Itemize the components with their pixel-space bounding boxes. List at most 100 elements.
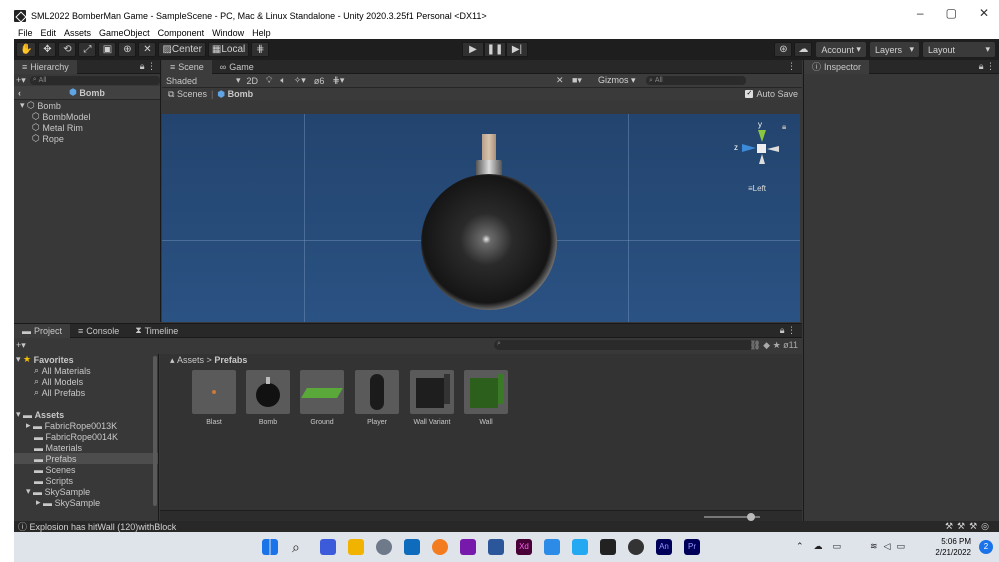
hierarchy-item-bombmodel[interactable]: ⬡ BombModel (14, 111, 160, 122)
back-chevron-icon[interactable]: ‹ (18, 88, 21, 98)
panel-lock-icon[interactable]: 🔒︎ ⋮ (140, 61, 160, 72)
scene-search-input[interactable]: ⌕ All (646, 76, 746, 85)
asset-blast[interactable]: Blast (192, 370, 236, 426)
outlook-icon[interactable] (404, 539, 420, 555)
animate-icon[interactable]: An (656, 539, 672, 555)
asset-wall-variant[interactable]: Wall Variant (410, 370, 454, 426)
tab-hierarchy[interactable]: ≡ Hierarchy (14, 59, 77, 74)
project-filter-icons[interactable]: ⛓ ◆ ★ ø11 (749, 340, 798, 351)
collapse-arrow-icon[interactable]: ▸ (36, 497, 41, 508)
menu-assets[interactable]: Assets (64, 28, 91, 38)
expand-arrow-icon[interactable]: ▾ (16, 354, 21, 365)
asset-wall[interactable]: Wall (464, 370, 508, 426)
breadcrumb-bomb[interactable]: ⬢ Bomb (217, 89, 253, 100)
rotate-tool-icon[interactable]: ⟲ (58, 42, 77, 57)
settings-icon[interactable] (376, 539, 392, 555)
gizmo-y-cone[interactable] (758, 130, 766, 142)
tray-icons[interactable]: ⌃☁▭ (796, 541, 851, 552)
unity-hub-icon[interactable] (600, 539, 616, 555)
asset-bomb[interactable]: Bomb (246, 370, 290, 426)
zoom-slider-thumb[interactable] (747, 513, 755, 521)
folder-skysample[interactable]: ▾ ▬ SkySample (14, 486, 158, 497)
orientation-gizmo[interactable]: y 🔒︎ z ≡Left (724, 120, 794, 200)
unity-icon[interactable] (628, 539, 644, 555)
layers-dropdown[interactable]: Layers ▾ (869, 42, 919, 57)
effects-toggle-icon[interactable]: ✧▾ (294, 75, 306, 86)
expand-arrow-icon[interactable]: ▾ (16, 409, 21, 420)
menu-file[interactable]: File (18, 28, 33, 38)
menu-component[interactable]: Component (158, 28, 205, 38)
menu-help[interactable]: Help (252, 28, 271, 38)
asset-player[interactable]: Player (355, 370, 399, 426)
folder-fabricrope0014k[interactable]: ▬ FabricRope0014K (14, 431, 158, 442)
windows-start-icon[interactable] (262, 539, 278, 555)
close-button[interactable]: ✕ (979, 6, 989, 20)
taskbar-clock[interactable]: 5:06 PM 2/21/2022 (935, 536, 971, 558)
maximize-button[interactable]: ▢ (946, 6, 957, 20)
project-create-plus-icon[interactable]: +▾ (14, 340, 26, 351)
hierarchy-item-rope[interactable]: ⬡ Rope (14, 133, 160, 144)
pivot-local-toggle[interactable]: ▦ Local (207, 42, 250, 57)
pause-button[interactable]: ❚❚ (484, 42, 506, 57)
tab-timeline[interactable]: ⧗ Timeline (127, 324, 186, 338)
toggle-2d-button[interactable]: 2D (247, 76, 259, 86)
move-tool-icon[interactable]: ✥ (38, 42, 57, 57)
gizmos-dropdown[interactable]: Gizmos ▾ (598, 75, 636, 86)
task-view-icon[interactable] (320, 539, 336, 555)
gizmo-lock-icon[interactable]: 🔒︎ (782, 122, 786, 132)
menu-gameobject[interactable]: GameObject (99, 28, 150, 38)
lighting-toggle-icon[interactable]: 💡︎ (266, 75, 272, 86)
chrome-icon[interactable] (432, 539, 448, 555)
folder-fabricrope0013k[interactable]: ▸ ▬ FabricRope0013K (14, 420, 158, 431)
tab-inspector[interactable]: ⓘ Inspector (804, 59, 870, 74)
breadcrumb-prefabs[interactable]: Prefabs (214, 355, 247, 365)
tray-network-volume-icons[interactable]: ≋◁▭ (870, 541, 911, 552)
collab-icon[interactable]: ⊛ (774, 42, 793, 57)
audio-toggle-icon[interactable]: 🔈︎ (280, 75, 285, 86)
word-icon[interactable] (488, 539, 504, 555)
gizmo-x-cone[interactable] (767, 146, 779, 152)
folder-materials[interactable]: ▬ Materials (14, 442, 158, 453)
folder-tree-scrollbar[interactable] (153, 356, 157, 506)
xd-icon[interactable]: Xd (516, 539, 532, 555)
folder-scripts[interactable]: ▬ Scripts (14, 475, 158, 486)
tab-game[interactable]: ∞ Game (212, 60, 262, 74)
hand-tool-icon[interactable]: ✋ (16, 42, 37, 57)
minimize-button[interactable]: – (917, 6, 924, 20)
file-explorer-icon[interactable] (348, 539, 364, 555)
auto-save-toggle[interactable]: ✓ Auto Save (745, 89, 798, 99)
premiere-icon[interactable]: Pr (684, 539, 700, 555)
create-plus-icon[interactable]: +▾ (16, 75, 26, 86)
scene-viewport[interactable]: y 🔒︎ z ≡Left (162, 114, 800, 322)
rect-tool-icon[interactable]: ▣ (98, 42, 117, 57)
favorite-all-prefabs[interactable]: ⌕ All Prefabs (14, 387, 158, 398)
step-button[interactable]: ▶| (506, 42, 528, 57)
scale-tool-icon[interactable]: ⤢ (78, 42, 97, 57)
account-dropdown[interactable]: Account ▾ (816, 42, 866, 57)
scene-menu-icon[interactable]: ⋮ (787, 61, 802, 72)
snap-icon[interactable]: ⋕ (251, 42, 270, 57)
custom-tool-icon[interactable]: ✕ (138, 42, 157, 57)
status-bar[interactable]: ⓘ Explosion has hitWall (120)withBlock ⚒… (14, 521, 999, 532)
folder-prefabs[interactable]: ▬ Prefabs (14, 453, 158, 464)
search-icon[interactable]: ⌕ (292, 539, 308, 555)
gizmo-z-cone[interactable] (742, 144, 756, 152)
asset-ground[interactable]: Ground (300, 370, 344, 426)
folder-skysample-child[interactable]: ▸ ▬ SkySample (14, 497, 158, 508)
pivot-center-toggle[interactable]: ▨ Center (158, 42, 206, 57)
expand-arrow-icon[interactable]: ▾ (26, 486, 31, 497)
zoom-icon[interactable] (544, 539, 560, 555)
gizmo-view-label[interactable]: ≡Left (748, 184, 766, 193)
notification-badge[interactable]: 2 (979, 540, 993, 554)
dropdown-arrow-icon[interactable]: ▾ (236, 75, 241, 86)
inspector-lock-icon[interactable]: 🔒︎ ⋮ (979, 61, 999, 72)
menu-edit[interactable]: Edit (41, 28, 57, 38)
camera-icon[interactable]: ■▾ (572, 75, 582, 86)
auto-save-checkbox[interactable]: ✓ (745, 90, 754, 98)
transform-tool-icon[interactable]: ⊕ (118, 42, 137, 57)
tab-scene[interactable]: ≡ Scene (162, 59, 212, 74)
onenote-icon[interactable] (460, 539, 476, 555)
hierarchy-item-metal-rim[interactable]: ⬡ Metal Rim (14, 122, 160, 133)
status-icons[interactable]: ⚒⚒⚒◎ (945, 521, 999, 532)
gizmo-neg-y-cone[interactable] (759, 154, 765, 164)
